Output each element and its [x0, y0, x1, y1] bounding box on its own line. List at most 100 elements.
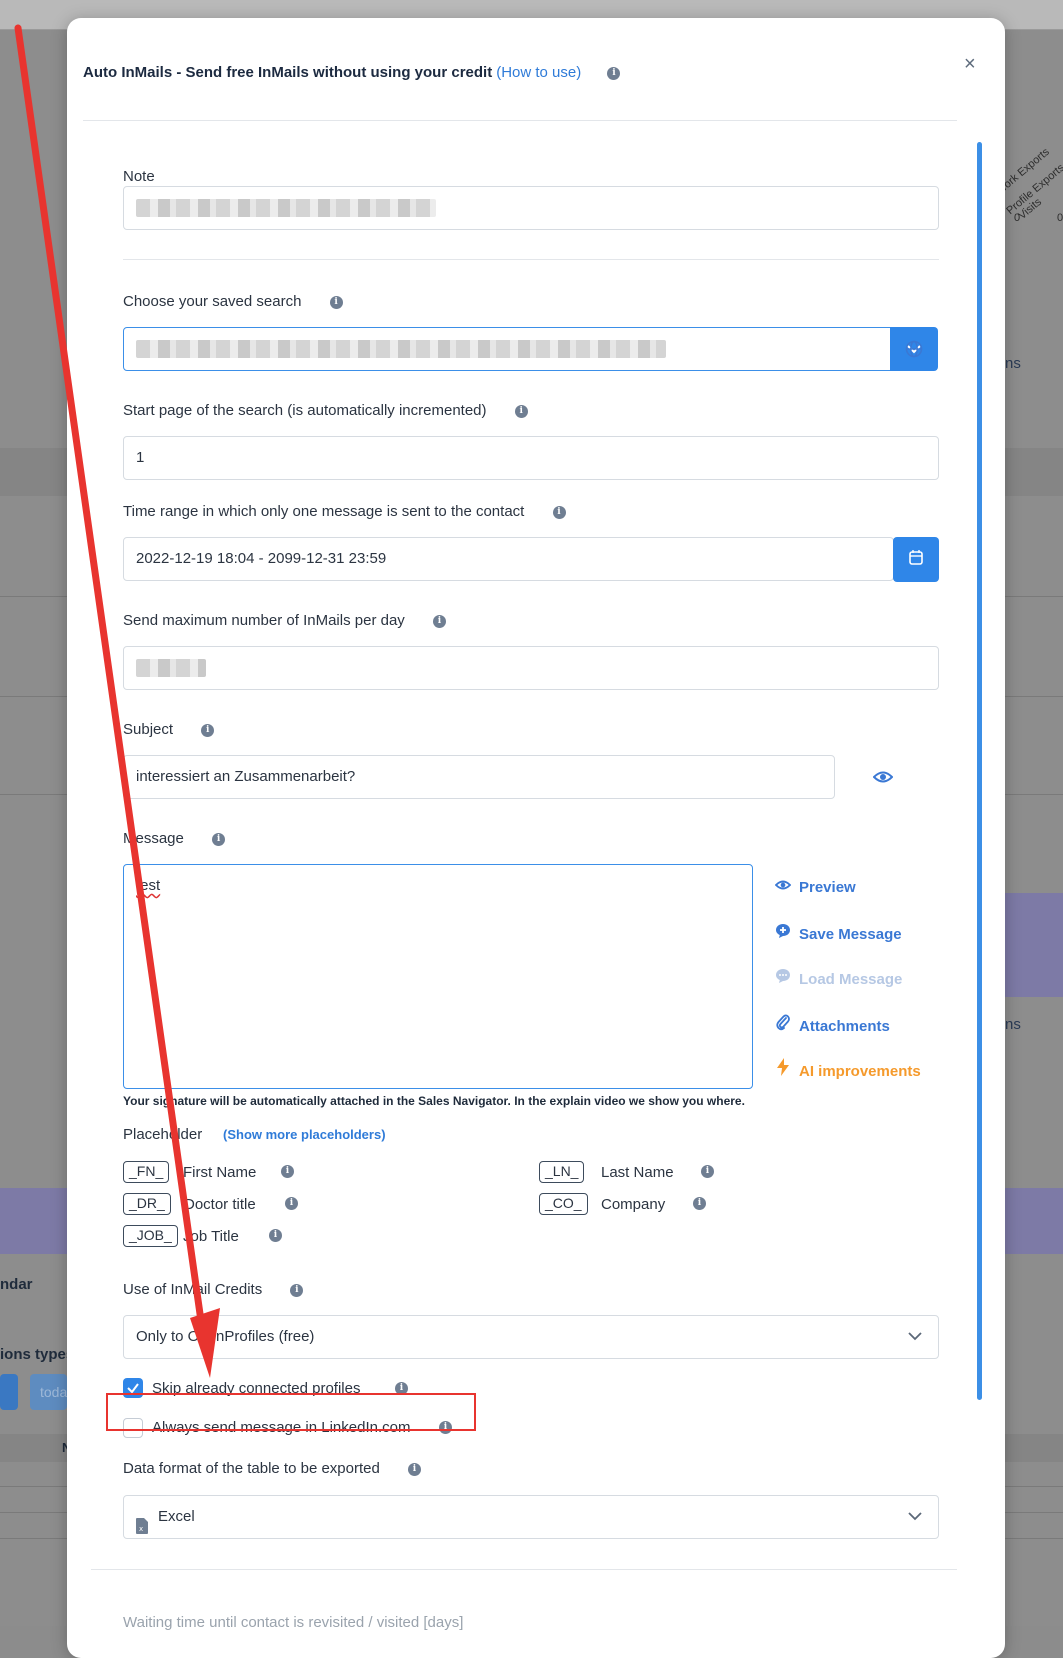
- show-more-placeholders-link[interactable]: (Show more placeholders): [223, 1127, 386, 1142]
- close-button[interactable]: ×: [964, 54, 976, 74]
- bg-calendar-label: ndar: [0, 1276, 33, 1293]
- max-inmails-input[interactable]: [123, 646, 939, 690]
- info-icon[interactable]: i: [329, 295, 343, 309]
- start-page-label-text: Start page of the search (is automatical…: [123, 402, 487, 419]
- calendar-button[interactable]: [893, 537, 939, 582]
- max-inmails-label-text: Send maximum number of InMails per day: [123, 612, 405, 629]
- svg-text:x: x: [139, 1525, 143, 1533]
- message-label-text: Message: [123, 830, 184, 847]
- bg-types-label: ions types: [0, 1346, 75, 1363]
- info-icon[interactable]: i: [701, 1165, 714, 1178]
- placeholder-tag-co[interactable]: _CO_: [539, 1193, 588, 1215]
- placeholder-tag-ln[interactable]: _LN_: [539, 1161, 585, 1183]
- note-label: Note: [123, 168, 155, 185]
- attachments-label: Attachments: [799, 1018, 890, 1035]
- subject-label-text: Subject: [123, 721, 174, 738]
- inmail-credits-select[interactable]: Only to OpenProfiles (free): [123, 1315, 939, 1359]
- blurred-note-value: [136, 199, 436, 218]
- chevron-down-icon: [908, 1496, 922, 1554]
- excel-file-icon: x: [136, 1509, 148, 1551]
- export-format-value: Excel: [158, 1508, 195, 1525]
- section-divider: [91, 1569, 957, 1570]
- preview-label: Preview: [799, 879, 856, 896]
- bg-purple-band-left: [0, 1188, 67, 1254]
- bg-zero-2: 0: [1057, 212, 1063, 224]
- calendar-icon: [909, 550, 923, 565]
- saved-search-label-text: Choose your saved search: [123, 293, 302, 310]
- bg-purple-band-right-2: [1005, 1188, 1063, 1254]
- info-icon[interactable]: i: [693, 1197, 706, 1210]
- export-format-select[interactable]: x Excel: [123, 1495, 939, 1539]
- bg-side-label-2: ns: [1005, 1016, 1021, 1033]
- header-divider: [83, 120, 957, 121]
- note-input[interactable]: [123, 186, 939, 230]
- info-icon[interactable]: i: [514, 404, 528, 418]
- info-icon[interactable]: i: [281, 1165, 294, 1178]
- saved-search-select[interactable]: [123, 327, 893, 371]
- message-text: test: [136, 877, 161, 894]
- subject-label: Subject i: [123, 721, 215, 738]
- subject-input[interactable]: interessiert an Zusammenarbeit?: [123, 755, 835, 799]
- placeholder-name-job: Job Title: [183, 1228, 239, 1245]
- time-range-label: Time range in which only one message is …: [123, 503, 566, 520]
- save-message-label: Save Message: [799, 926, 902, 943]
- placeholder-tag-job[interactable]: _JOB_: [123, 1225, 178, 1247]
- info-icon[interactable]: i: [432, 614, 446, 628]
- message-textarea[interactable]: test: [123, 864, 753, 1089]
- inmail-credits-label: Use of InMail Credits i: [123, 1281, 304, 1298]
- max-inmails-label: Send maximum number of InMails per day i: [123, 612, 446, 629]
- info-icon[interactable]: i: [552, 505, 566, 519]
- inmail-credits-value: Only to OpenProfiles (free): [136, 1328, 315, 1345]
- placeholder-tag-dr[interactable]: _DR_: [123, 1193, 171, 1215]
- signature-note: Your signature will be automatically att…: [123, 1094, 745, 1108]
- bg-purple-band-right: [1005, 893, 1063, 997]
- info-icon[interactable]: i: [285, 1197, 298, 1210]
- modal-title: Auto InMails - Send free InMails without…: [83, 64, 621, 81]
- preview-button[interactable]: Preview: [774, 878, 856, 896]
- globe-icon[interactable]: [905, 340, 923, 363]
- time-range-label-text: Time range in which only one message is …: [123, 503, 525, 520]
- bg-blue-button: [0, 1374, 18, 1410]
- start-page-label: Start page of the search (is automatical…: [123, 402, 528, 419]
- attachments-button[interactable]: Attachments: [775, 1013, 890, 1035]
- how-to-use-link[interactable]: (How to use): [496, 64, 581, 81]
- load-message-label: Load Message: [799, 971, 903, 988]
- placeholder-name-dr: Doctor title: [184, 1196, 256, 1213]
- info-icon[interactable]: i: [212, 832, 226, 846]
- placeholder-name-ln: Last Name: [601, 1164, 674, 1181]
- bg-zero-1: 0: [1014, 212, 1021, 224]
- load-message-button[interactable]: Load Message: [775, 968, 902, 988]
- paperclip-icon: [775, 1013, 791, 1035]
- saved-search-label: Choose your saved search i: [123, 293, 343, 310]
- eye-icon: [774, 878, 792, 896]
- blurred-max-inmails-value: [136, 659, 206, 678]
- section-divider: [123, 259, 939, 260]
- modal-title-text: Auto InMails - Send free InMails without…: [83, 64, 493, 81]
- waiting-time-label: Waiting time until contact is revisited …: [123, 1614, 464, 1631]
- info-icon[interactable]: i: [607, 66, 621, 80]
- export-format-label-text: Data format of the table to be exported: [123, 1460, 380, 1477]
- bg-side-label-1: ns: [1005, 355, 1021, 372]
- placeholder-label: Placeholder: [123, 1126, 203, 1143]
- placeholder-name-co: Company: [601, 1196, 666, 1213]
- info-icon[interactable]: i: [408, 1462, 421, 1476]
- info-icon[interactable]: i: [201, 723, 215, 737]
- export-format-label: Data format of the table to be exported …: [123, 1460, 421, 1477]
- info-icon[interactable]: i: [269, 1229, 282, 1242]
- chevron-down-icon: [908, 1316, 922, 1374]
- placeholder-tag-fn[interactable]: _FN_: [123, 1161, 170, 1183]
- scrollbar-thumb[interactable]: [977, 142, 982, 1400]
- time-range-input[interactable]: 2022-12-19 18:04 - 2099-12-31 23:59: [123, 537, 894, 581]
- placeholder-name-fn: First Name: [183, 1164, 257, 1181]
- ai-improvements-button[interactable]: AI improvements: [775, 1058, 921, 1080]
- start-page-input[interactable]: 1: [123, 436, 939, 480]
- save-message-button[interactable]: Save Message: [775, 923, 902, 943]
- comment-plus-icon: [775, 923, 791, 943]
- eye-icon[interactable]: [872, 768, 894, 791]
- ai-improvements-label: AI improvements: [799, 1063, 921, 1080]
- bg-today-button: toda: [30, 1374, 67, 1410]
- comment-dots-icon: [775, 968, 791, 988]
- info-icon[interactable]: i: [290, 1283, 304, 1297]
- bolt-icon: [775, 1058, 791, 1080]
- inmail-credits-label-text: Use of InMail Credits: [123, 1281, 263, 1298]
